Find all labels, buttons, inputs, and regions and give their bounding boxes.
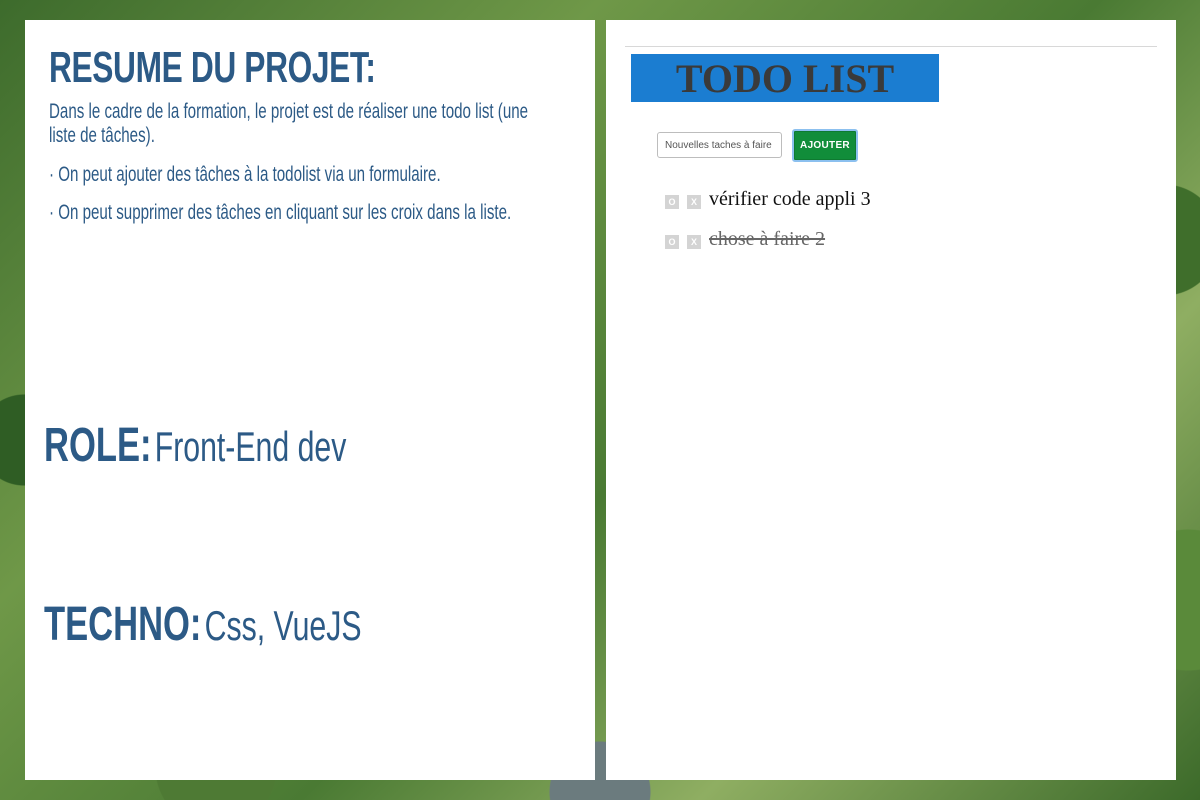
project-info-panel: RESUME DU PROJET: Dans le cadre de la fo…: [25, 20, 595, 780]
app-title-banner: TODO LIST: [631, 54, 939, 102]
techno-label: TECHNO:: [44, 598, 202, 651]
role-row: ROLE: Front-End dev: [44, 418, 346, 473]
new-task-input[interactable]: [657, 132, 782, 158]
summary-bullet: · On peut supprimer des tâches en cliqua…: [49, 201, 512, 224]
techno-value: Css, VueJS: [204, 602, 362, 649]
techno-row: TECHNO: Css, VueJS: [44, 597, 361, 652]
delete-task-button[interactable]: X: [687, 194, 701, 209]
role-value: Front-End dev: [154, 423, 347, 470]
todo-text: vérifier code appli 3: [709, 188, 871, 210]
todo-item: O X chose à faire 2: [665, 228, 825, 251]
todo-app-screenshot-panel: TODO LIST AJOUTER O X vérifier code appl…: [606, 20, 1176, 780]
role-label: ROLE:: [44, 419, 152, 472]
summary-bullet: · On peut ajouter des tâches à la todoli…: [49, 163, 441, 186]
todo-item: O X vérifier code appli 3: [665, 188, 871, 211]
todo-text-done: chose à faire 2: [709, 228, 826, 250]
divider: [625, 46, 1157, 47]
summary-title: RESUME DU PROJET:: [49, 43, 376, 92]
app-title: TODO LIST: [675, 55, 895, 101]
summary-description: Dans le cadre de la formation, le projet…: [49, 100, 529, 147]
toggle-done-button[interactable]: O: [665, 194, 679, 209]
toggle-done-button[interactable]: O: [665, 234, 679, 249]
add-task-button[interactable]: AJOUTER: [792, 129, 858, 162]
delete-task-button[interactable]: X: [687, 234, 701, 249]
